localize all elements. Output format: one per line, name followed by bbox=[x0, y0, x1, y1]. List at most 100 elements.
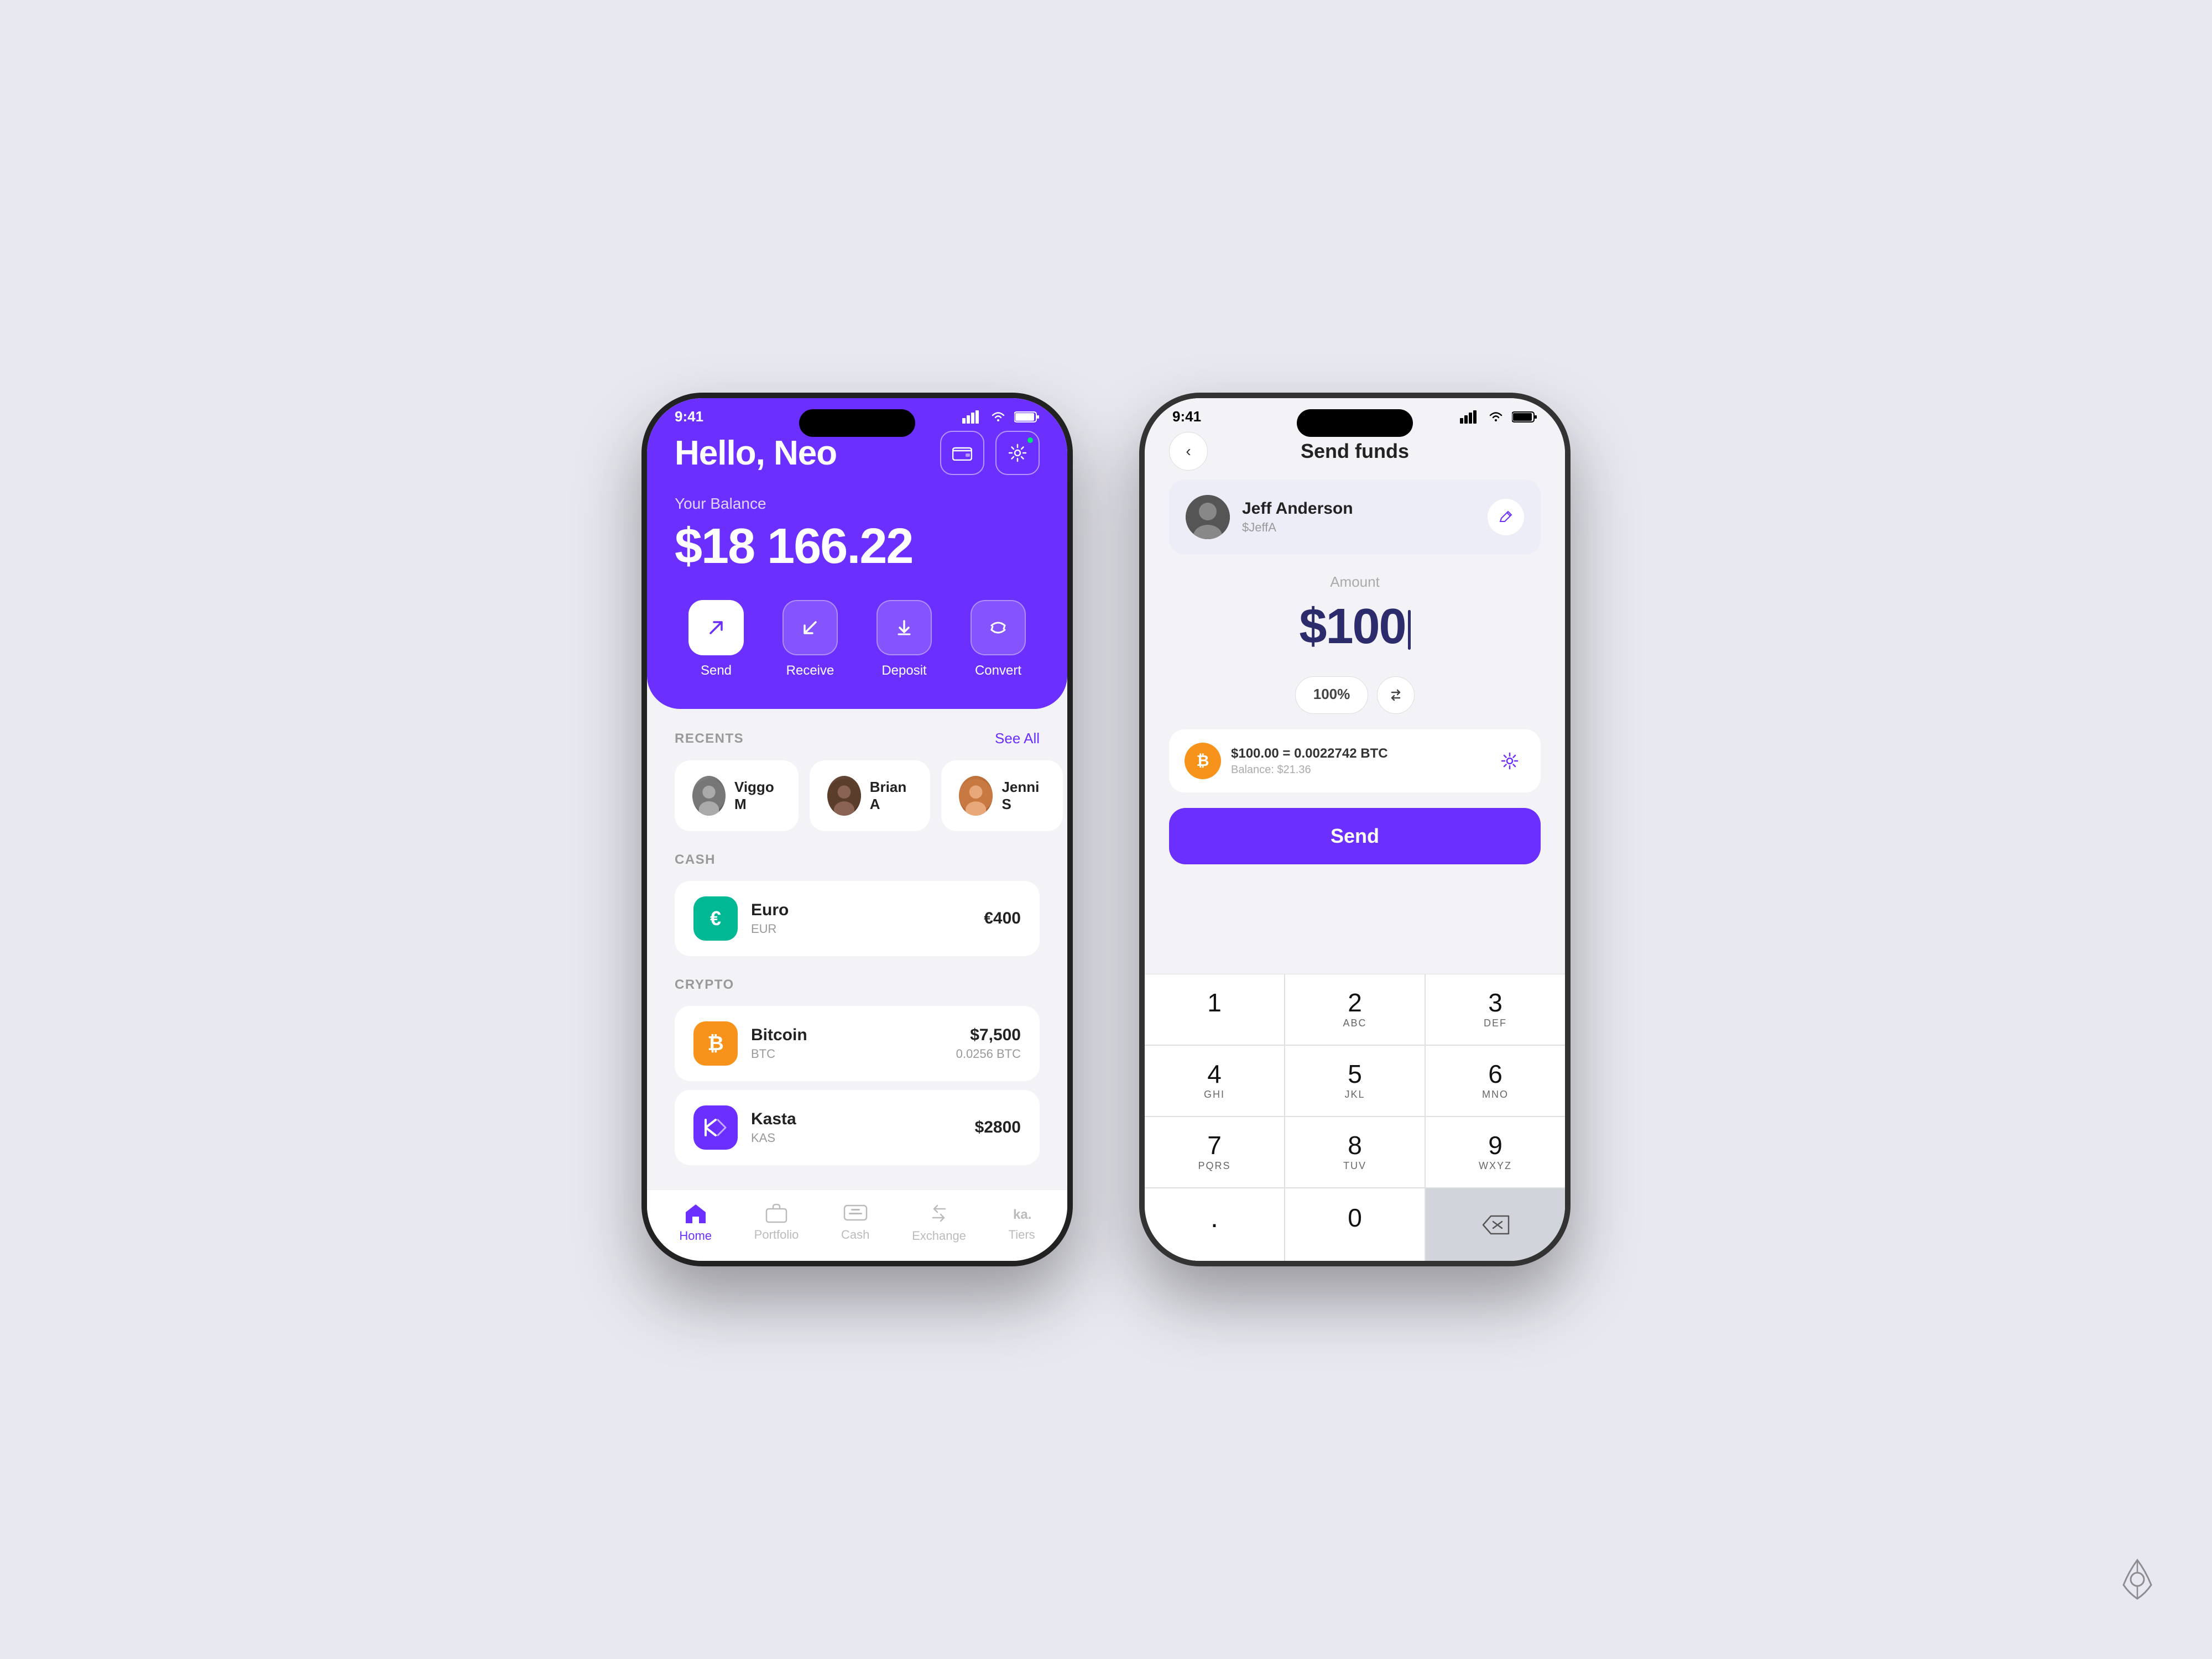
viggo-name: Viggo M bbox=[734, 779, 781, 813]
key-9[interactable]: 9 WXYZ bbox=[1426, 1117, 1565, 1187]
convert-action[interactable]: Convert bbox=[957, 600, 1040, 679]
nav-portfolio[interactable]: Portfolio bbox=[754, 1202, 799, 1243]
cash-header: CASH bbox=[675, 852, 1040, 868]
percent-row: 100% bbox=[1169, 676, 1541, 714]
conversion-balance: Balance: $21.36 bbox=[1231, 764, 1484, 776]
deposit-action[interactable]: Deposit bbox=[863, 600, 946, 679]
recents-title: RECENTS bbox=[675, 731, 744, 747]
key-1[interactable]: 1 bbox=[1145, 974, 1284, 1045]
header-top: Hello, Neo bbox=[675, 431, 1040, 475]
euro-asset[interactable]: € Euro EUR €400 bbox=[675, 881, 1040, 956]
action-buttons: Send Receive bbox=[675, 600, 1040, 679]
status-icons-right bbox=[1460, 410, 1537, 424]
bitcoin-code: BTC bbox=[751, 1047, 943, 1061]
settings-gear-btn[interactable] bbox=[1494, 745, 1525, 776]
home-nav-icon bbox=[684, 1202, 708, 1224]
greeting: Hello, Neo bbox=[675, 434, 837, 473]
kasta-name: Kasta bbox=[751, 1110, 962, 1129]
recent-jenni[interactable]: Jenni S bbox=[941, 760, 1063, 831]
recent-brian[interactable]: Brian A bbox=[810, 760, 930, 831]
send-icon-btn bbox=[688, 600, 744, 655]
crypto-header: CRYPTO bbox=[675, 977, 1040, 993]
key-8[interactable]: 8 TUV bbox=[1285, 1117, 1425, 1187]
nav-home[interactable]: Home bbox=[679, 1202, 712, 1243]
convert-label: Convert bbox=[975, 663, 1021, 679]
battery-icon bbox=[1014, 410, 1040, 424]
nav-bar: Home Portfolio Cash bbox=[647, 1190, 1067, 1261]
edit-recipient-btn[interactable] bbox=[1488, 499, 1524, 535]
balance-label: Your Balance bbox=[675, 495, 1040, 513]
recent-viggo[interactable]: Viggo M bbox=[675, 760, 799, 831]
key-backspace[interactable] bbox=[1426, 1188, 1565, 1261]
kasta-icon bbox=[693, 1105, 738, 1150]
kasta-asset[interactable]: Kasta KAS $2800 bbox=[675, 1090, 1040, 1165]
key-2[interactable]: 2 ABC bbox=[1285, 974, 1425, 1045]
bitcoin-name: Bitcoin bbox=[751, 1026, 943, 1045]
amount-label: Amount bbox=[1169, 573, 1541, 591]
face-brian bbox=[827, 776, 861, 816]
receive-action[interactable]: Receive bbox=[769, 600, 852, 679]
deposit-label: Deposit bbox=[881, 663, 926, 679]
brian-name: Brian A bbox=[870, 779, 912, 813]
kasta-info: Kasta KAS bbox=[751, 1110, 962, 1145]
recents-list: Viggo M Brian A bbox=[675, 760, 1040, 831]
recipient-card: Jeff Anderson $JeffA bbox=[1169, 479, 1541, 555]
recipient-handle: $JeffA bbox=[1242, 520, 1475, 535]
euro-info: Euro EUR bbox=[751, 901, 971, 936]
balance-amount: $18 166.22 bbox=[675, 518, 1040, 575]
key-5[interactable]: 5 JKL bbox=[1285, 1046, 1425, 1116]
bitcoin-sub: 0.0256 BTC bbox=[956, 1047, 1021, 1061]
recipient-name: Jeff Anderson bbox=[1242, 499, 1475, 518]
key-4[interactable]: 4 GHI bbox=[1145, 1046, 1284, 1116]
right-phone: 9:41 bbox=[1139, 393, 1571, 1266]
receive-icon-btn bbox=[782, 600, 838, 655]
face-viggo bbox=[692, 776, 726, 816]
send-action[interactable]: Send bbox=[675, 600, 758, 679]
battery-icon-right bbox=[1512, 410, 1537, 424]
key-7[interactable]: 7 PQRS bbox=[1145, 1117, 1284, 1187]
nav-exchange[interactable]: Exchange bbox=[912, 1202, 966, 1243]
send-funds-header: ‹ Send funds bbox=[1145, 431, 1565, 474]
send-funds-title: Send funds bbox=[1301, 440, 1409, 463]
key-6[interactable]: 6 MNO bbox=[1426, 1046, 1565, 1116]
avatar-jenni bbox=[959, 776, 993, 816]
percent-100-btn[interactable]: 100% bbox=[1295, 676, 1369, 714]
portfolio-nav-icon bbox=[765, 1202, 787, 1223]
swap-currency-btn[interactable] bbox=[1377, 676, 1415, 714]
wallet-icon bbox=[952, 445, 972, 461]
euro-value-container: €400 bbox=[984, 909, 1021, 928]
send-funds-content: Jeff Anderson $JeffA Amount $100 bbox=[1145, 474, 1565, 974]
receive-label: Receive bbox=[786, 663, 834, 679]
numpad: 1 2 ABC 3 DEF 4 GHI 5 JKL 6 MNO bbox=[1145, 974, 1565, 1261]
key-3[interactable]: 3 DEF bbox=[1426, 974, 1565, 1045]
bitcoin-asset[interactable]: ₿ Bitcoin BTC $7,500 0.0256 BTC bbox=[675, 1006, 1040, 1081]
convert-icon-btn bbox=[971, 600, 1026, 655]
euro-value: €400 bbox=[984, 909, 1021, 928]
jeff-face-icon bbox=[1186, 495, 1230, 539]
recipient-info: Jeff Anderson $JeffA bbox=[1242, 499, 1475, 535]
nav-cash[interactable]: Cash bbox=[841, 1202, 869, 1243]
deposit-icon-btn bbox=[877, 600, 932, 655]
send-button[interactable]: Send bbox=[1169, 808, 1541, 864]
key-dot[interactable]: . bbox=[1145, 1188, 1284, 1261]
kasta-logo-icon bbox=[703, 1119, 728, 1136]
see-all-btn[interactable]: See All bbox=[995, 730, 1040, 747]
deposit-arrow-icon bbox=[894, 618, 914, 638]
kasta-value-container: $2800 bbox=[975, 1118, 1021, 1137]
bitcoin-info: Bitcoin BTC bbox=[751, 1026, 943, 1061]
key-0[interactable]: 0 bbox=[1285, 1188, 1425, 1261]
wifi-icon bbox=[990, 411, 1006, 423]
notification-dot bbox=[1026, 436, 1034, 444]
dynamic-island-left bbox=[799, 409, 915, 437]
face-jenni bbox=[959, 776, 993, 816]
signal-icon-right bbox=[1460, 410, 1480, 424]
avatar-viggo bbox=[692, 776, 726, 816]
nav-tiers[interactable]: ka. Tiers bbox=[1009, 1202, 1035, 1243]
status-icons-left bbox=[962, 410, 1040, 424]
wallet-icon-btn[interactable] bbox=[940, 431, 984, 475]
back-button[interactable]: ‹ bbox=[1169, 432, 1208, 471]
brand-logo bbox=[2118, 1554, 2157, 1615]
cursor bbox=[1408, 610, 1411, 650]
bitcoin-icon: ₿ bbox=[693, 1021, 738, 1066]
settings-icon-btn[interactable] bbox=[995, 431, 1040, 475]
